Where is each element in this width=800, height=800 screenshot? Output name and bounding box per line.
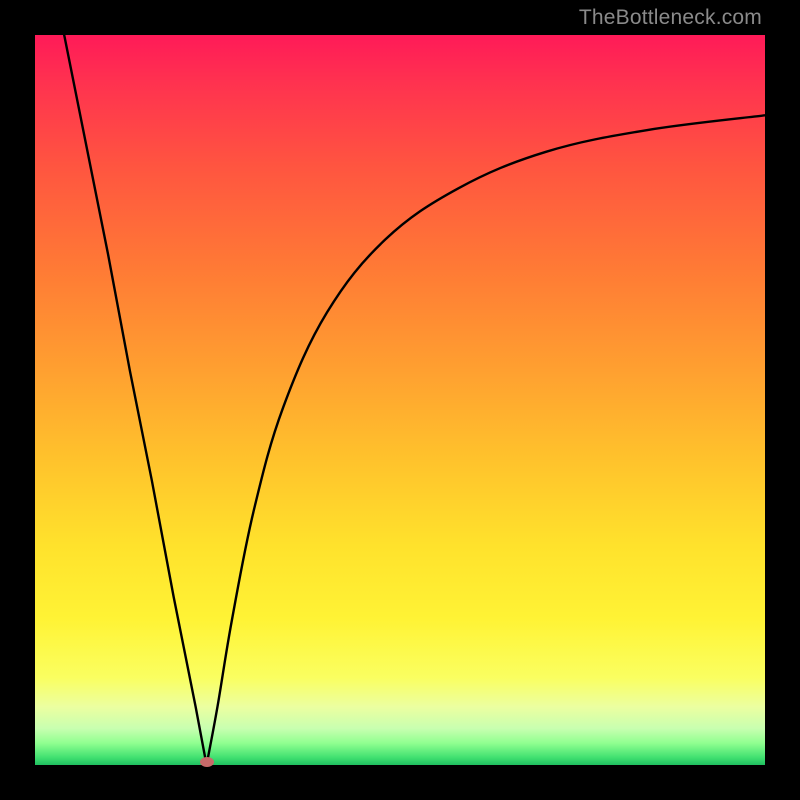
chart-frame: TheBottleneck.com xyxy=(0,0,800,800)
curve-path xyxy=(64,35,765,765)
bottleneck-curve xyxy=(35,35,765,765)
minimum-marker xyxy=(200,757,214,767)
plot-area xyxy=(35,35,765,765)
watermark-text: TheBottleneck.com xyxy=(579,6,762,30)
